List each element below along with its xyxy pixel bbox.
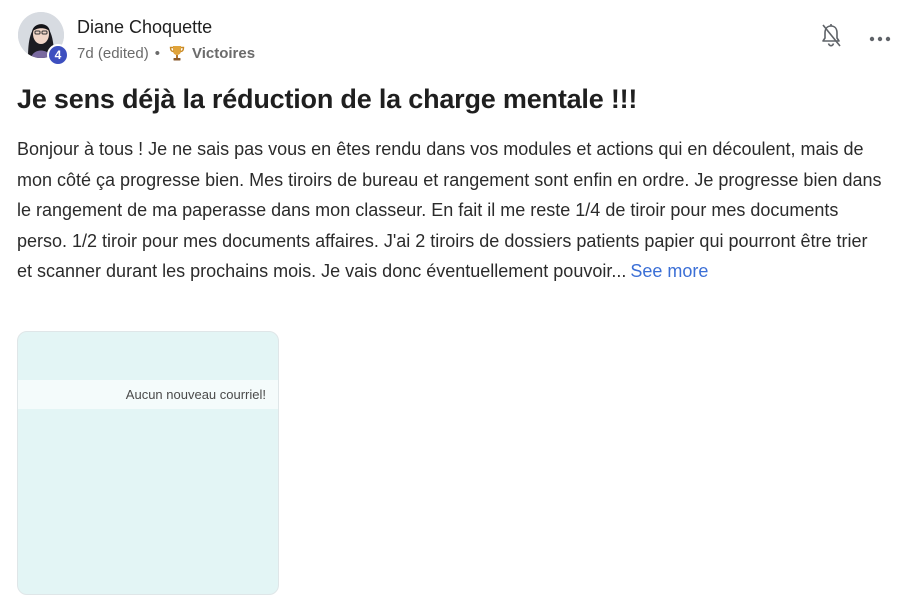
mail-status-text: Aucun nouveau courriel! (125, 387, 266, 402)
post-time: 7d (edited) (77, 44, 149, 62)
post-body-text: Bonjour à tous ! Je ne sais pas vous en … (17, 139, 882, 281)
more-options-icon (869, 29, 891, 47)
author-avatar[interactable]: 4 (18, 12, 69, 66)
more-options-button[interactable] (866, 28, 894, 48)
post-meta: 7d (edited) • Victoires (77, 44, 255, 62)
notification-bell-button[interactable] (818, 23, 844, 54)
attached-image[interactable]: Aucun nouveau courriel! (17, 331, 279, 595)
post-body: Bonjour à tous ! Je ne sais pas vous en … (17, 134, 887, 287)
author-name[interactable]: Diane Choquette (77, 17, 212, 38)
see-more-link[interactable]: See more (630, 261, 708, 281)
meta-separator: • (154, 44, 160, 62)
post-title: Je sens déjà la réduction de la charge m… (17, 84, 638, 114)
mail-status-bar: Aucun nouveau courriel! (18, 380, 278, 409)
bell-off-icon (820, 23, 842, 54)
category-link[interactable]: Victoires (192, 45, 255, 62)
post-card: 4 Diane Choquette 7d (edited) • Victoire… (0, 0, 899, 598)
trophy-icon (168, 44, 186, 62)
level-badge: 4 (47, 44, 69, 66)
